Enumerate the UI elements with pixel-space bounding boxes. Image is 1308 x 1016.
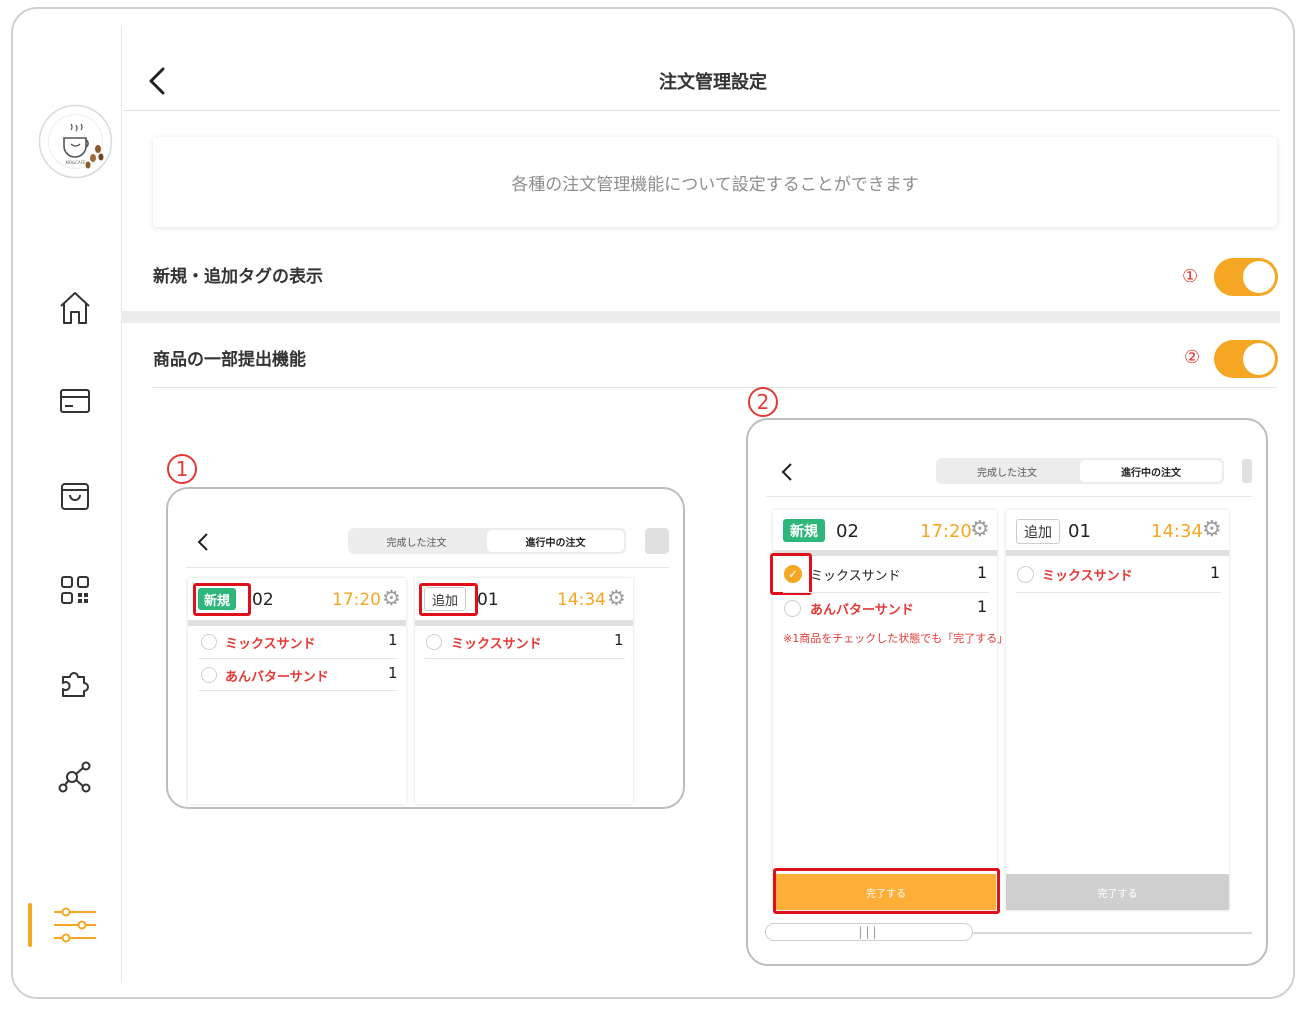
example2-item-qty: 1 <box>977 563 988 582</box>
info-box: 各種の注文管理機能について設定することができます <box>153 137 1277 227</box>
example1-tab-in-progress: 進行中の注文 <box>487 530 624 552</box>
example1-tabs: 完成した注文 進行中の注文 <box>348 528 626 554</box>
example1-order-time: 17:20 <box>332 590 381 610</box>
example1-preview: 完成した注文 進行中の注文 新規 02 17:20 ⚙ ミックスサンド 1 あん… <box>166 487 685 809</box>
example2-order-card-01: 追加 01 14:34 ⚙ ミックスサンド 1 完了する <box>1006 510 1229 910</box>
toggle-tag-display[interactable] <box>1214 258 1278 296</box>
example1-divider <box>186 567 669 568</box>
setting-label-tag-display: 新規・追加タグの表示 <box>153 267 323 287</box>
svg-text:MO&CAFE: MO&CAFE <box>65 160 86 165</box>
example2-order-card-02: 新規 02 17:20 ⚙ ✓ ミックスサンド 1 あんバターサンド 1 ※1商… <box>770 510 1052 914</box>
example2-back-icon <box>781 463 792 481</box>
example1-item-qty: 1 <box>388 664 398 682</box>
example1-item-qty: 1 <box>388 631 398 649</box>
logo: MO&CAFE <box>38 104 113 179</box>
example1-highlight-add <box>419 583 478 616</box>
example2-gear-icon: ⚙ <box>970 517 990 542</box>
home-icon[interactable] <box>58 290 92 326</box>
example2-item-qty: 1 <box>1210 563 1221 582</box>
example1-item-divider <box>198 658 398 659</box>
active-indicator <box>28 903 32 947</box>
example1-back-icon <box>197 533 208 551</box>
example1-item-qty: 1 <box>614 631 624 649</box>
setting-label-partial-serve: 商品の一部提出機能 <box>153 350 306 370</box>
qr-code-icon[interactable] <box>59 574 91 606</box>
example1-item-divider <box>198 690 398 691</box>
example2-item-name: ミックスサンド <box>1042 569 1133 584</box>
example2-marker: 2 <box>748 387 778 417</box>
example2-order-time: 14:34 <box>1151 521 1203 542</box>
setting-marker-1: ① <box>1182 266 1199 287</box>
example2-divider <box>766 496 1252 497</box>
example2-item-name: あんバターサンド <box>810 603 914 618</box>
example2-badge-add: 追加 <box>1016 519 1060 544</box>
setting-marker-2: ② <box>1184 347 1201 368</box>
shopping-bag-icon[interactable] <box>59 480 91 512</box>
example2-item-checkbox[interactable] <box>1017 566 1034 583</box>
example1-gear-icon: ⚙ <box>382 586 401 610</box>
example2-order-number: 01 <box>1068 521 1091 542</box>
sliders-icon[interactable] <box>52 906 98 944</box>
example2-gear-icon: ⚙ <box>1202 517 1222 542</box>
example1-card-bar <box>188 620 406 626</box>
example2-card-bar <box>1006 550 1229 556</box>
example1-item-name: ミックスサンド <box>225 637 316 652</box>
example2-highlight-checkbox <box>770 553 812 595</box>
example2-badge-new: 新規 <box>783 519 825 542</box>
example2-preview: 完成した注文 進行中の注文 新規 02 17:20 ⚙ ✓ ミックスサンド 1 … <box>746 418 1268 966</box>
section-divider <box>121 311 1280 323</box>
example2-order-time: 17:20 <box>920 521 972 542</box>
header-divider <box>123 110 1280 111</box>
example2-item-divider <box>783 592 989 593</box>
example1-item-checkbox <box>426 634 442 650</box>
example2-item-checkbox[interactable] <box>784 600 801 617</box>
example2-scrollbar-thumb[interactable]: ||| <box>765 923 973 941</box>
example1-item-divider <box>425 658 625 659</box>
example1-highlight-new <box>193 583 251 616</box>
example1-item-name: ミックスサンド <box>451 637 542 652</box>
example1-order-number: 02 <box>252 590 274 610</box>
row-divider <box>153 387 1277 388</box>
example2-highlight-complete <box>773 868 1000 914</box>
example2-complete-button-disabled[interactable]: 完了する <box>1006 874 1229 910</box>
example1-order-number: 01 <box>477 590 499 610</box>
card-icon[interactable] <box>59 387 91 415</box>
network-icon[interactable] <box>58 760 92 794</box>
example1-gear-icon: ⚙ <box>607 586 626 610</box>
info-text: 各種の注文管理機能について設定することができます <box>511 174 919 195</box>
page-title: 注文管理設定 <box>659 72 767 93</box>
example2-tab-in-progress: 進行中の注文 <box>1080 460 1222 482</box>
example1-item-name: あんバターサンド <box>225 670 329 685</box>
example1-item-checkbox <box>201 634 217 650</box>
puzzle-icon[interactable] <box>59 667 91 699</box>
example2-tab-overflow <box>1242 459 1252 483</box>
example1-order-card-01: 追加 01 14:34 ⚙ ミックスサンド 1 <box>415 578 633 804</box>
example1-order-card-02: 新規 02 17:20 ⚙ ミックスサンド 1 あんバターサンド 1 <box>188 578 406 804</box>
example1-tab-overflow <box>645 528 669 554</box>
example2-item-name-checked: ミックスサンド <box>810 569 901 584</box>
example2-order-number: 02 <box>836 521 859 542</box>
example2-item-divider <box>1016 592 1221 593</box>
example2-item-qty: 1 <box>977 597 988 616</box>
example1-tab-completed: 完成した注文 <box>386 537 447 549</box>
toggle-partial-serve[interactable] <box>1214 340 1278 378</box>
example1-marker: 1 <box>167 454 197 484</box>
example1-order-time: 14:34 <box>557 590 606 610</box>
example1-card-bar <box>415 620 633 626</box>
example2-tabs: 完成した注文 進行中の注文 <box>936 458 1224 484</box>
example1-item-checkbox <box>201 667 217 683</box>
example2-tab-completed: 完成した注文 <box>977 467 1037 479</box>
